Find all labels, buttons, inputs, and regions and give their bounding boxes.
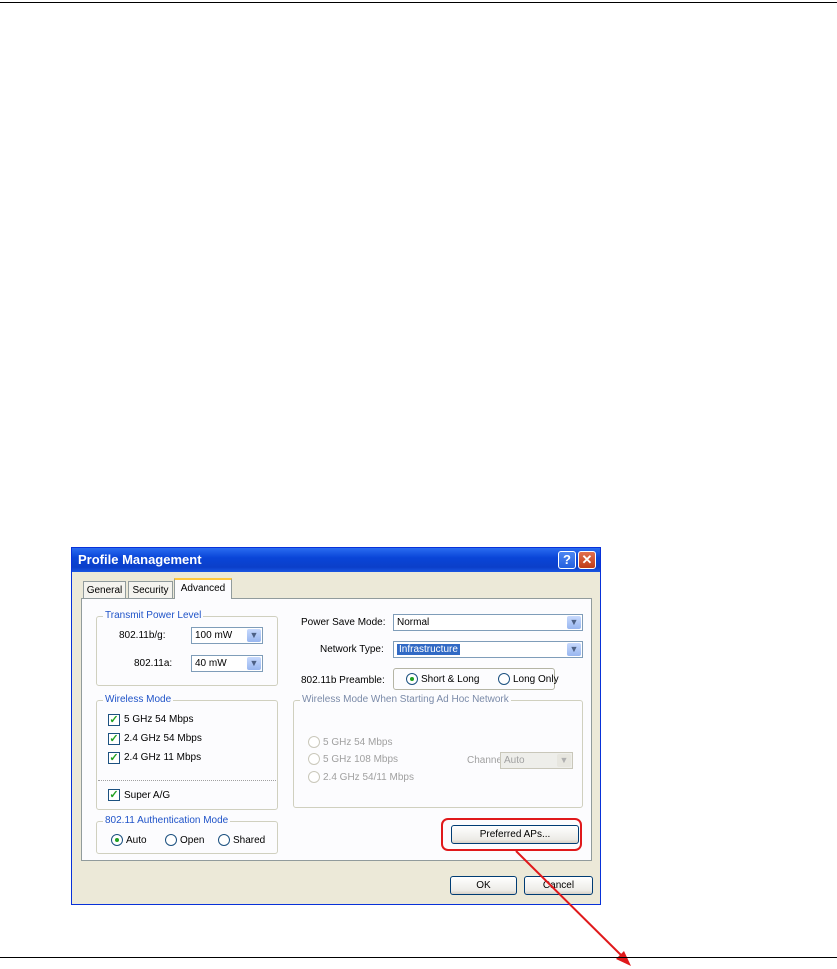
pointer-arrow-icon — [515, 850, 631, 966]
tab-advanced[interactable]: Advanced — [174, 578, 232, 599]
bottom-rule — [0, 957, 837, 958]
